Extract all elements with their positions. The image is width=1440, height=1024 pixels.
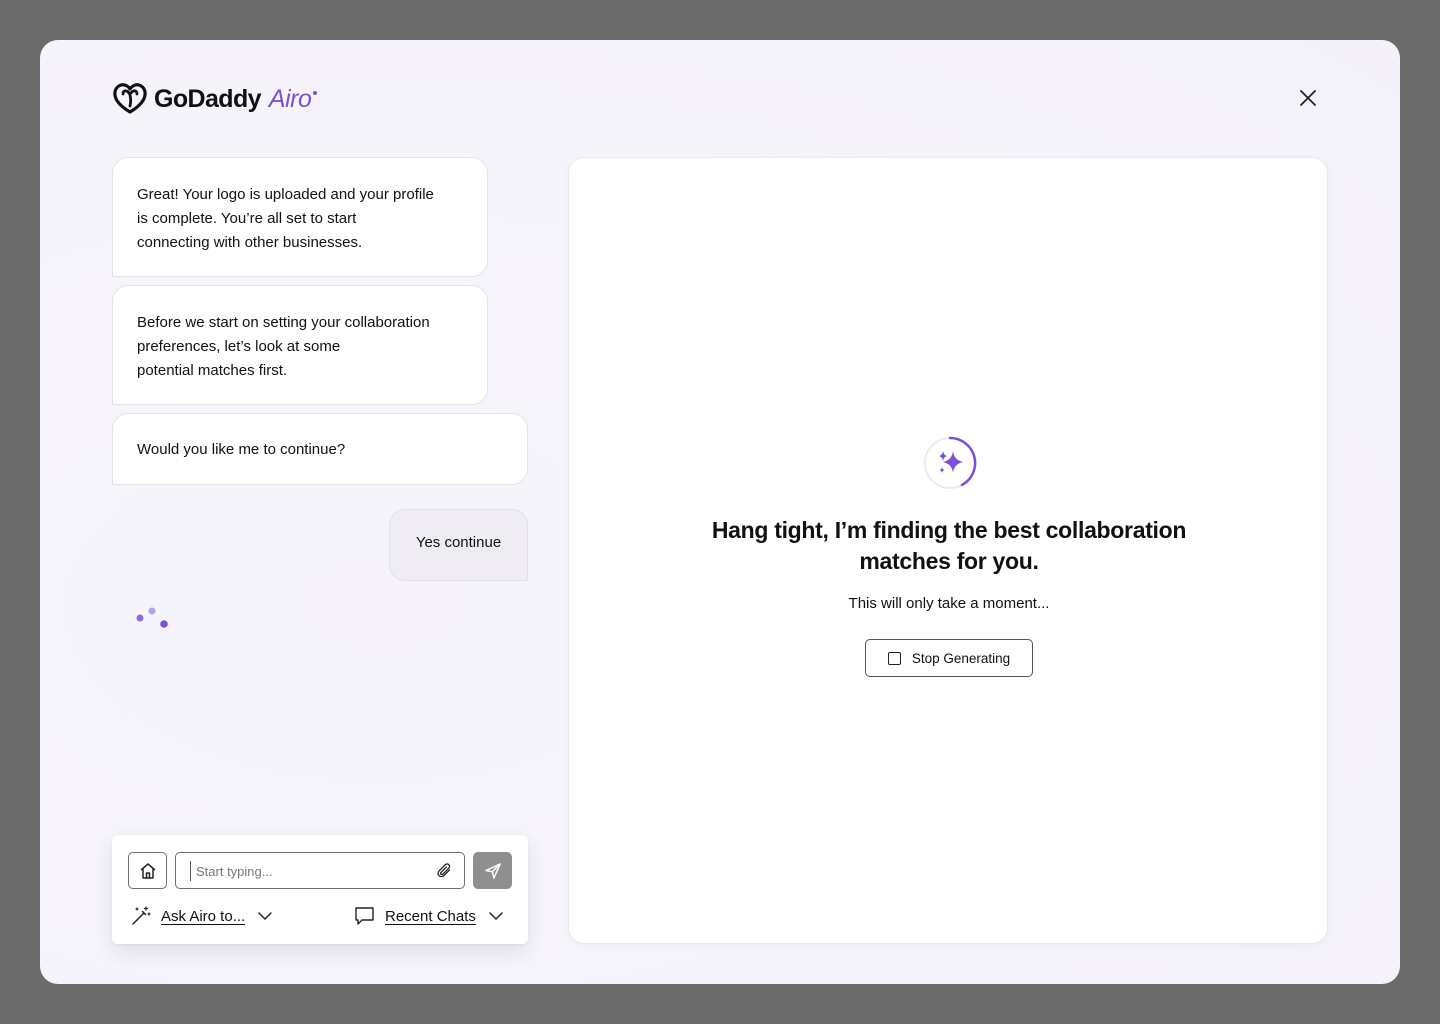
ask-airo-label[interactable]: Ask Airo to... (161, 908, 245, 925)
user-message: Yes continue (389, 509, 528, 581)
magic-wand-icon (132, 906, 151, 925)
product-name: Airo (269, 85, 318, 114)
assistant-message: Would you like me to continue? (112, 413, 528, 485)
chat-composer: Ask Airo to... Recent Chats (112, 835, 528, 944)
home-button[interactable] (128, 852, 167, 889)
ask-airo-dropdown[interactable]: Ask Airo to... (130, 905, 273, 927)
assistant-message: Great! Your logo is uploaded and your pr… (112, 157, 488, 277)
assistant-message: Before we start on setting your collabor… (112, 285, 488, 405)
godaddy-logo-icon (113, 83, 147, 114)
send-icon (484, 862, 501, 879)
message-input[interactable] (190, 861, 430, 881)
godaddy-airo-logo: GoDaddy Airo (112, 82, 318, 116)
chevron-down-icon (258, 912, 272, 921)
close-icon[interactable] (1296, 86, 1320, 110)
results-panel: Hang tight, I’m finding the best collabo… (568, 157, 1328, 944)
send-button[interactable] (473, 852, 512, 889)
brand-name: GoDaddy (154, 84, 262, 113)
loading-subtext: This will only take a moment... (848, 595, 1050, 612)
loading-heading: Hang tight, I’m finding the best collabo… (711, 517, 1187, 574)
airo-modal: GoDaddy Airo Great! Your logo is uploade… (40, 40, 1400, 984)
paperclip-icon[interactable] (436, 862, 454, 880)
chevron-down-icon (489, 912, 503, 921)
sparkle-spinner-icon (924, 436, 977, 489)
recent-chats-dropdown[interactable]: Recent Chats (354, 905, 504, 927)
recent-chats-label[interactable]: Recent Chats (385, 908, 476, 925)
stop-square-icon (887, 651, 901, 665)
stop-generating-button[interactable]: Stop Generating (865, 639, 1033, 677)
home-icon (140, 862, 155, 879)
typing-indicator-icon (136, 607, 168, 628)
stop-generating-label: Stop Generating (911, 650, 1011, 666)
chat-bubble-icon (355, 907, 374, 925)
message-input-wrapper (175, 852, 465, 889)
